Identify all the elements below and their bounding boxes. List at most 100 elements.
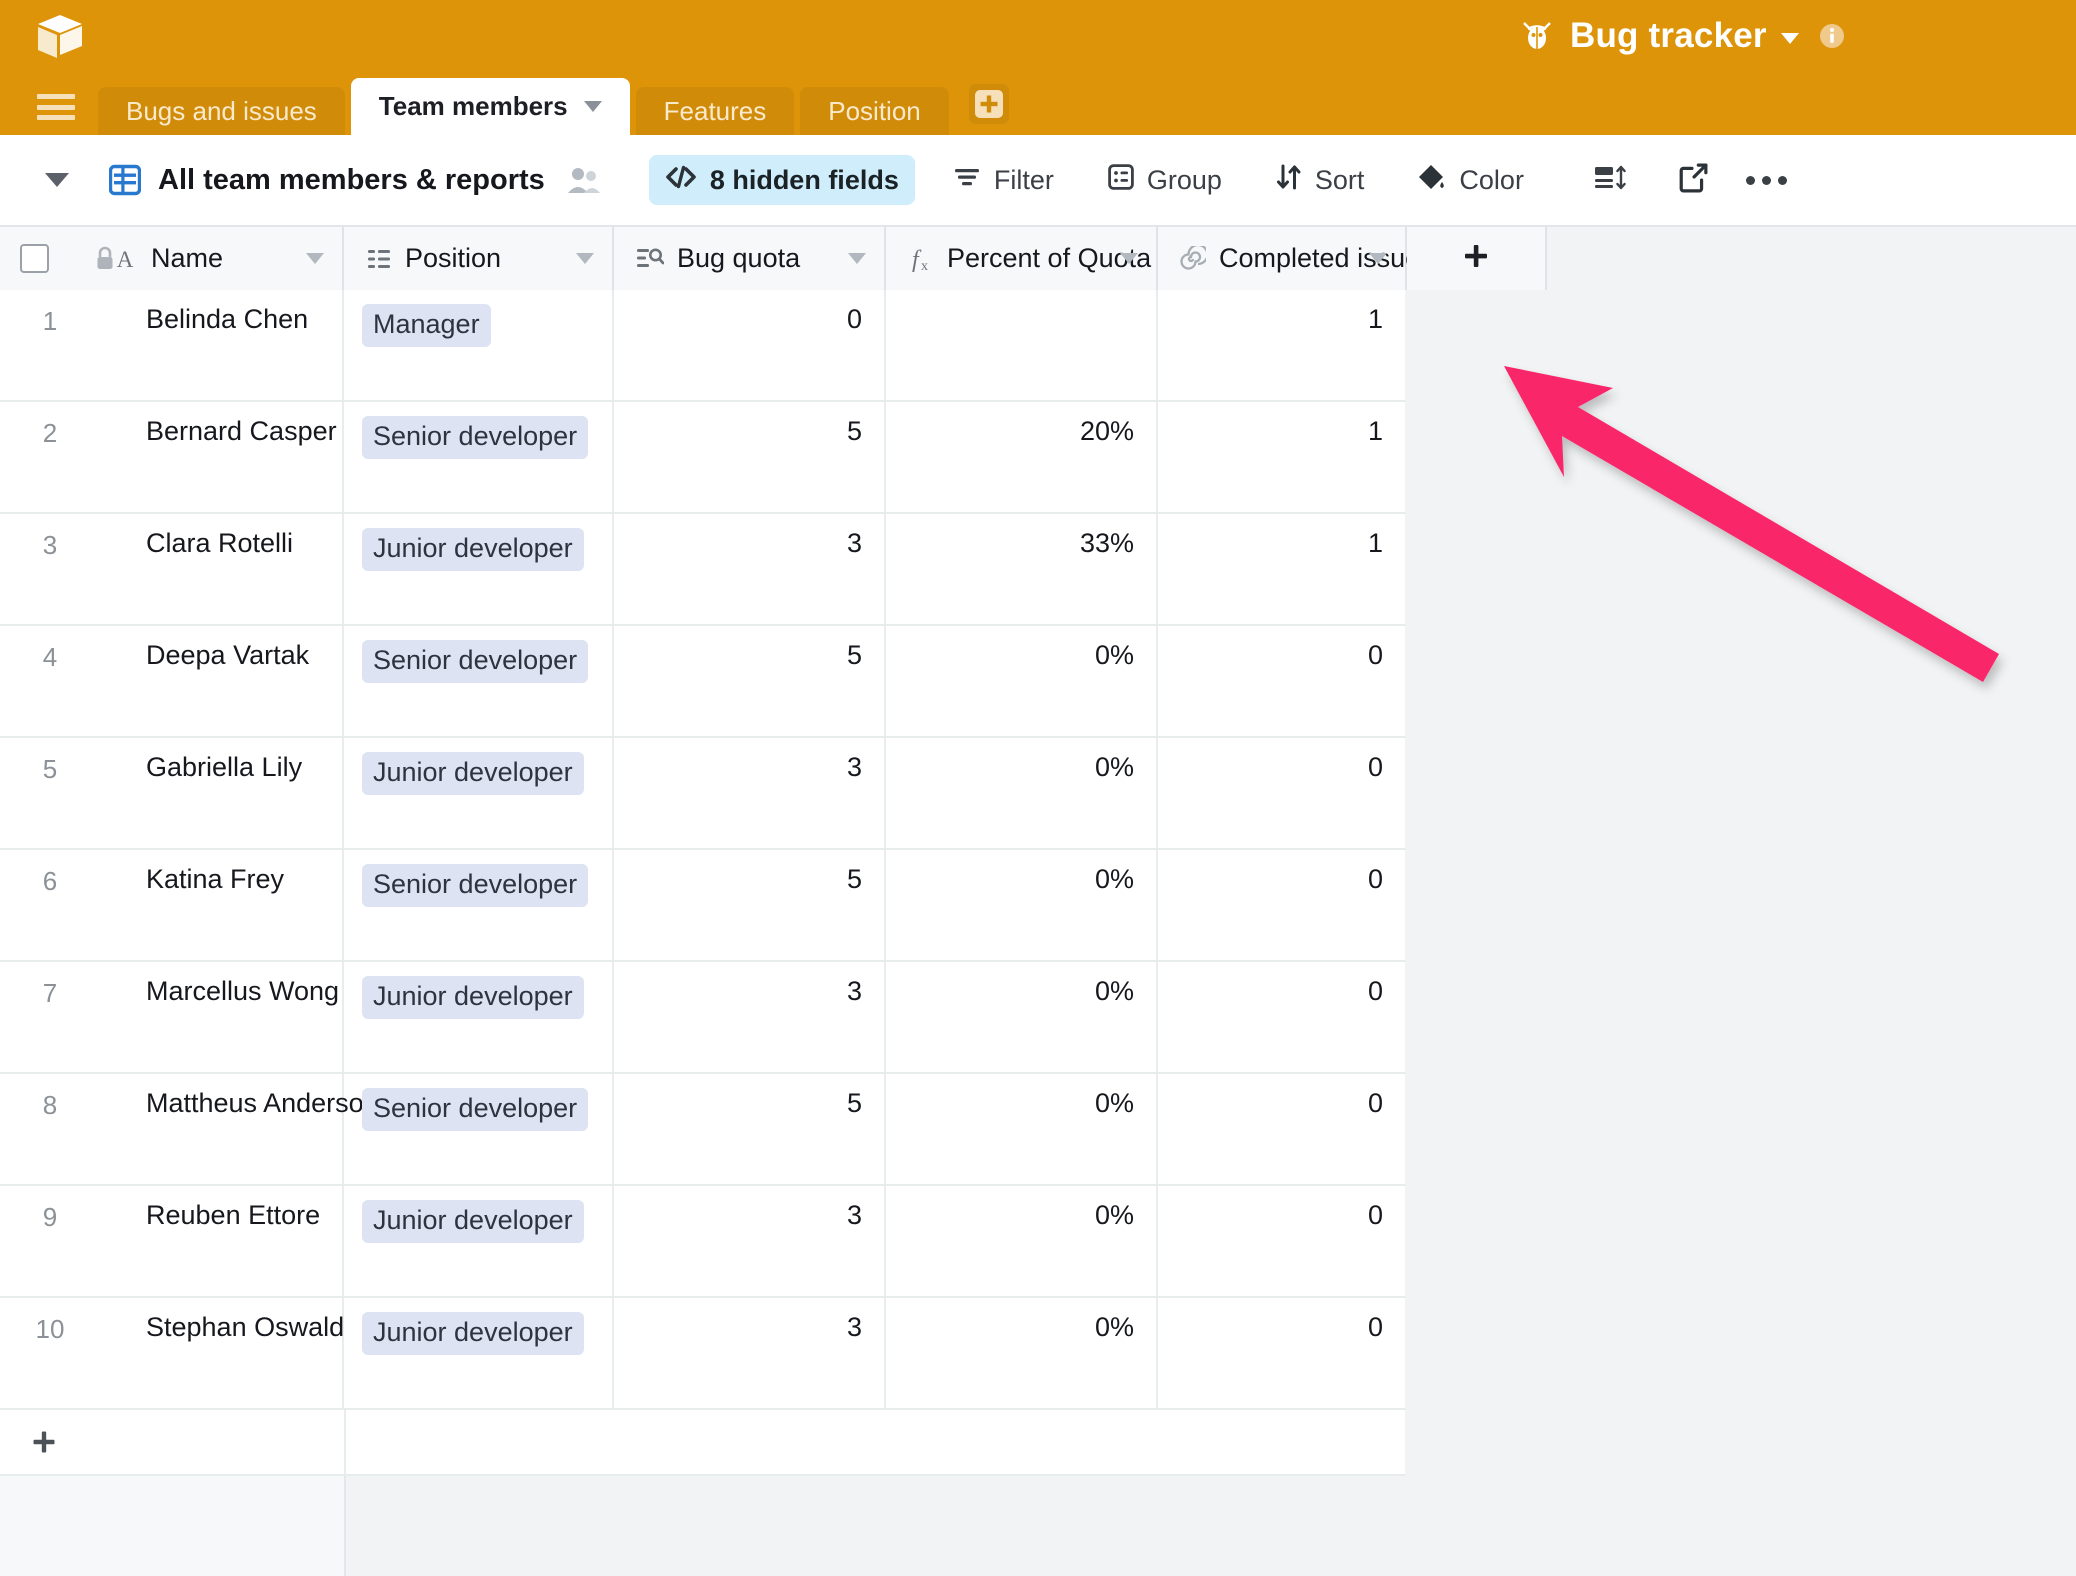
base-title-group[interactable]: Bug tracker: [1518, 8, 1845, 63]
column-header-bug-quota[interactable]: Bug quota: [614, 227, 886, 290]
cell-percent-of-quota[interactable]: 0%: [886, 738, 1158, 848]
share-view-button[interactable]: [1678, 163, 1708, 198]
cell-completed-issues[interactable]: 0: [1158, 626, 1405, 736]
color-button[interactable]: Color: [1402, 155, 1540, 205]
add-record-row[interactable]: [0, 1410, 1405, 1476]
cell-bug-quota[interactable]: 5: [614, 850, 886, 960]
tab-position[interactable]: Position: [800, 87, 949, 135]
cell-name[interactable]: Stephan Oswald: [0, 1298, 344, 1408]
sidebar-toggle-icon[interactable]: [45, 173, 69, 187]
tab-label: Features: [663, 95, 767, 126]
table-tab-bar: Bugs and issues Team members Features Po…: [0, 78, 2076, 135]
cell-completed-issues[interactable]: 1: [1158, 402, 1405, 512]
cell-completed-issues[interactable]: 0: [1158, 1074, 1405, 1184]
group-button[interactable]: Group: [1092, 155, 1238, 205]
chevron-down-icon[interactable]: [1780, 33, 1799, 44]
cell-bug-quota[interactable]: 3: [614, 738, 886, 848]
tab-team-members[interactable]: Team members: [350, 78, 630, 135]
chevron-down-icon[interactable]: [1120, 253, 1138, 264]
cell-position[interactable]: Junior developer: [344, 738, 614, 848]
cell-completed-issues[interactable]: 1: [1158, 514, 1405, 624]
table-row[interactable]: 10 Stephan Oswald Junior developer 3 0% 0: [0, 1298, 1405, 1410]
cell-percent-of-quota[interactable]: 20%: [886, 402, 1158, 512]
column-header-percent-of-quota[interactable]: f x Percent of Quota: [886, 227, 1158, 290]
table-row[interactable]: 2 Bernard Casper Senior developer 5 20% 1: [0, 402, 1405, 514]
row-height-button[interactable]: [1594, 165, 1628, 196]
cell-position[interactable]: Junior developer: [344, 1186, 614, 1296]
table-row[interactable]: 7 Marcellus Wong Junior developer 3 0% 0: [0, 962, 1405, 1074]
collaborators-icon[interactable]: [567, 165, 601, 195]
view-name[interactable]: All team members & reports: [158, 164, 545, 197]
cell-position[interactable]: Junior developer: [344, 1298, 614, 1408]
cell-position[interactable]: Junior developer: [344, 514, 614, 624]
cell-name[interactable]: Mattheus Anderson: [0, 1074, 379, 1184]
add-table-icon[interactable]: [968, 83, 1009, 124]
chevron-down-icon[interactable]: [1369, 253, 1387, 264]
cell-position[interactable]: Senior developer: [344, 626, 614, 736]
cell-bug-quota[interactable]: 0: [614, 290, 886, 400]
cell-percent-of-quota[interactable]: 0%: [886, 1298, 1158, 1408]
table-row[interactable]: 1 Belinda Chen Manager 0 1: [0, 290, 1405, 402]
table-row[interactable]: 8 Mattheus Anderson Senior developer 5 0% 0: [0, 1074, 1405, 1186]
airtable-cube-logo[interactable]: [30, 8, 90, 68]
cell-percent-of-quota[interactable]: 33%: [886, 514, 1158, 624]
cell-position[interactable]: Senior developer: [344, 1074, 614, 1184]
column-header-completed-issues[interactable]: Completed issues: [1158, 227, 1434, 290]
row-empty-area: [1405, 290, 2076, 402]
column-header-name[interactable]: A Name: [0, 227, 344, 290]
table-row[interactable]: 4 Deepa Vartak Senior developer 5 0% 0: [0, 626, 1405, 738]
cell-name[interactable]: Gabriella Lily: [0, 738, 344, 848]
cell-bug-quota[interactable]: 5: [614, 402, 886, 512]
tab-features[interactable]: Features: [635, 87, 795, 135]
more-options-button[interactable]: [1745, 175, 1787, 185]
cell-bug-quota[interactable]: 3: [614, 962, 886, 1072]
cell-name[interactable]: Reuben Ettore: [0, 1186, 344, 1296]
cell-percent-of-quota[interactable]: 0%: [886, 1186, 1158, 1296]
cell-percent-of-quota[interactable]: 0%: [886, 962, 1158, 1072]
cell-position[interactable]: Manager: [344, 290, 614, 400]
cell-name[interactable]: Clara Rotelli: [0, 514, 344, 624]
add-field-button[interactable]: [1407, 227, 1547, 290]
table-row[interactable]: 9 Reuben Ettore Junior developer 3 0% 0: [0, 1186, 1405, 1298]
cell-position[interactable]: Senior developer: [344, 850, 614, 960]
cell-name[interactable]: Marcellus Wong: [0, 962, 344, 1072]
column-header-position[interactable]: Position: [344, 227, 614, 290]
cell-completed-issues[interactable]: 0: [1158, 738, 1405, 848]
cell-percent-of-quota[interactable]: 0%: [886, 1074, 1158, 1184]
cell-completed-issues[interactable]: 0: [1158, 962, 1405, 1072]
cell-bug-quota[interactable]: 3: [614, 1186, 886, 1296]
cell-position[interactable]: Senior developer: [344, 402, 614, 512]
cell-value: 20%: [1079, 416, 1134, 446]
sort-button[interactable]: Sort: [1260, 155, 1381, 205]
cell-name[interactable]: Belinda Chen: [0, 290, 344, 400]
cell-name[interactable]: Katina Frey: [0, 850, 344, 960]
cell-bug-quota[interactable]: 5: [614, 1074, 886, 1184]
info-circle-icon[interactable]: [1819, 23, 1845, 49]
cell-bug-quota[interactable]: 3: [614, 514, 886, 624]
chevron-down-icon[interactable]: [583, 101, 602, 112]
select-all-checkbox[interactable]: [20, 244, 49, 273]
cell-name[interactable]: Bernard Casper: [0, 402, 344, 512]
filter-button[interactable]: Filter: [937, 155, 1070, 205]
chevron-down-icon[interactable]: [576, 253, 594, 264]
cell-completed-issues[interactable]: 0: [1158, 1186, 1405, 1296]
cell-bug-quota[interactable]: 5: [614, 626, 886, 736]
top-bar: Bug tracker: [0, 0, 2076, 78]
cell-completed-issues[interactable]: 1: [1158, 290, 1405, 400]
chevron-down-icon[interactable]: [306, 253, 324, 264]
cell-completed-issues[interactable]: 0: [1158, 1298, 1405, 1408]
cell-completed-issues[interactable]: 0: [1158, 850, 1405, 960]
cell-percent-of-quota[interactable]: 0%: [886, 850, 1158, 960]
cell-bug-quota[interactable]: 3: [614, 1298, 886, 1408]
table-row[interactable]: 6 Katina Frey Senior developer 5 0% 0: [0, 850, 1405, 962]
table-row[interactable]: 5 Gabriella Lily Junior developer 3 0% 0: [0, 738, 1405, 850]
cell-name[interactable]: Deepa Vartak: [0, 626, 344, 736]
cell-position[interactable]: Junior developer: [344, 962, 614, 1072]
hidden-fields-button[interactable]: 8 hidden fields: [648, 155, 915, 205]
chevron-down-icon[interactable]: [848, 253, 866, 264]
cell-percent-of-quota[interactable]: [886, 290, 1158, 400]
table-row[interactable]: 3 Clara Rotelli Junior developer 3 33% 1: [0, 514, 1405, 626]
hamburger-menu-icon[interactable]: [37, 94, 75, 120]
tab-bugs-and-issues[interactable]: Bugs and issues: [98, 87, 345, 135]
cell-percent-of-quota[interactable]: 0%: [886, 626, 1158, 736]
